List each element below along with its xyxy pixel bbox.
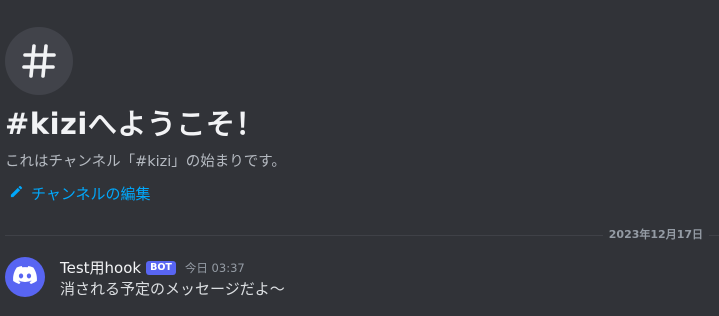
bot-tag: BOT — [146, 260, 176, 275]
pencil-icon — [9, 184, 24, 203]
message-item[interactable]: Test用hook BOT 今日 03:37 消される予定のメッセージだよ～ — [5, 255, 719, 303]
edit-channel-link[interactable]: チャンネルの編集 — [9, 183, 151, 204]
edit-channel-label: チャンネルの編集 — [31, 185, 151, 203]
message-timestamp[interactable]: 今日 03:37 — [185, 260, 245, 276]
message-header: Test用hook BOT 今日 03:37 — [60, 257, 245, 278]
channel-welcome — [5, 27, 73, 95]
message-content: 消される予定のメッセージだよ～ — [60, 280, 285, 298]
avatar[interactable] — [5, 257, 45, 297]
welcome-title: #kiziへようこそ！ — [5, 107, 265, 141]
message-username[interactable]: Test用hook — [60, 257, 141, 278]
date-divider-label: 2023年12月17日 — [602, 228, 709, 242]
welcome-description: これはチャンネル「#kizi」の始まりです。 — [5, 154, 286, 170]
hash-icon — [5, 27, 73, 95]
discord-logo-icon — [13, 266, 37, 288]
